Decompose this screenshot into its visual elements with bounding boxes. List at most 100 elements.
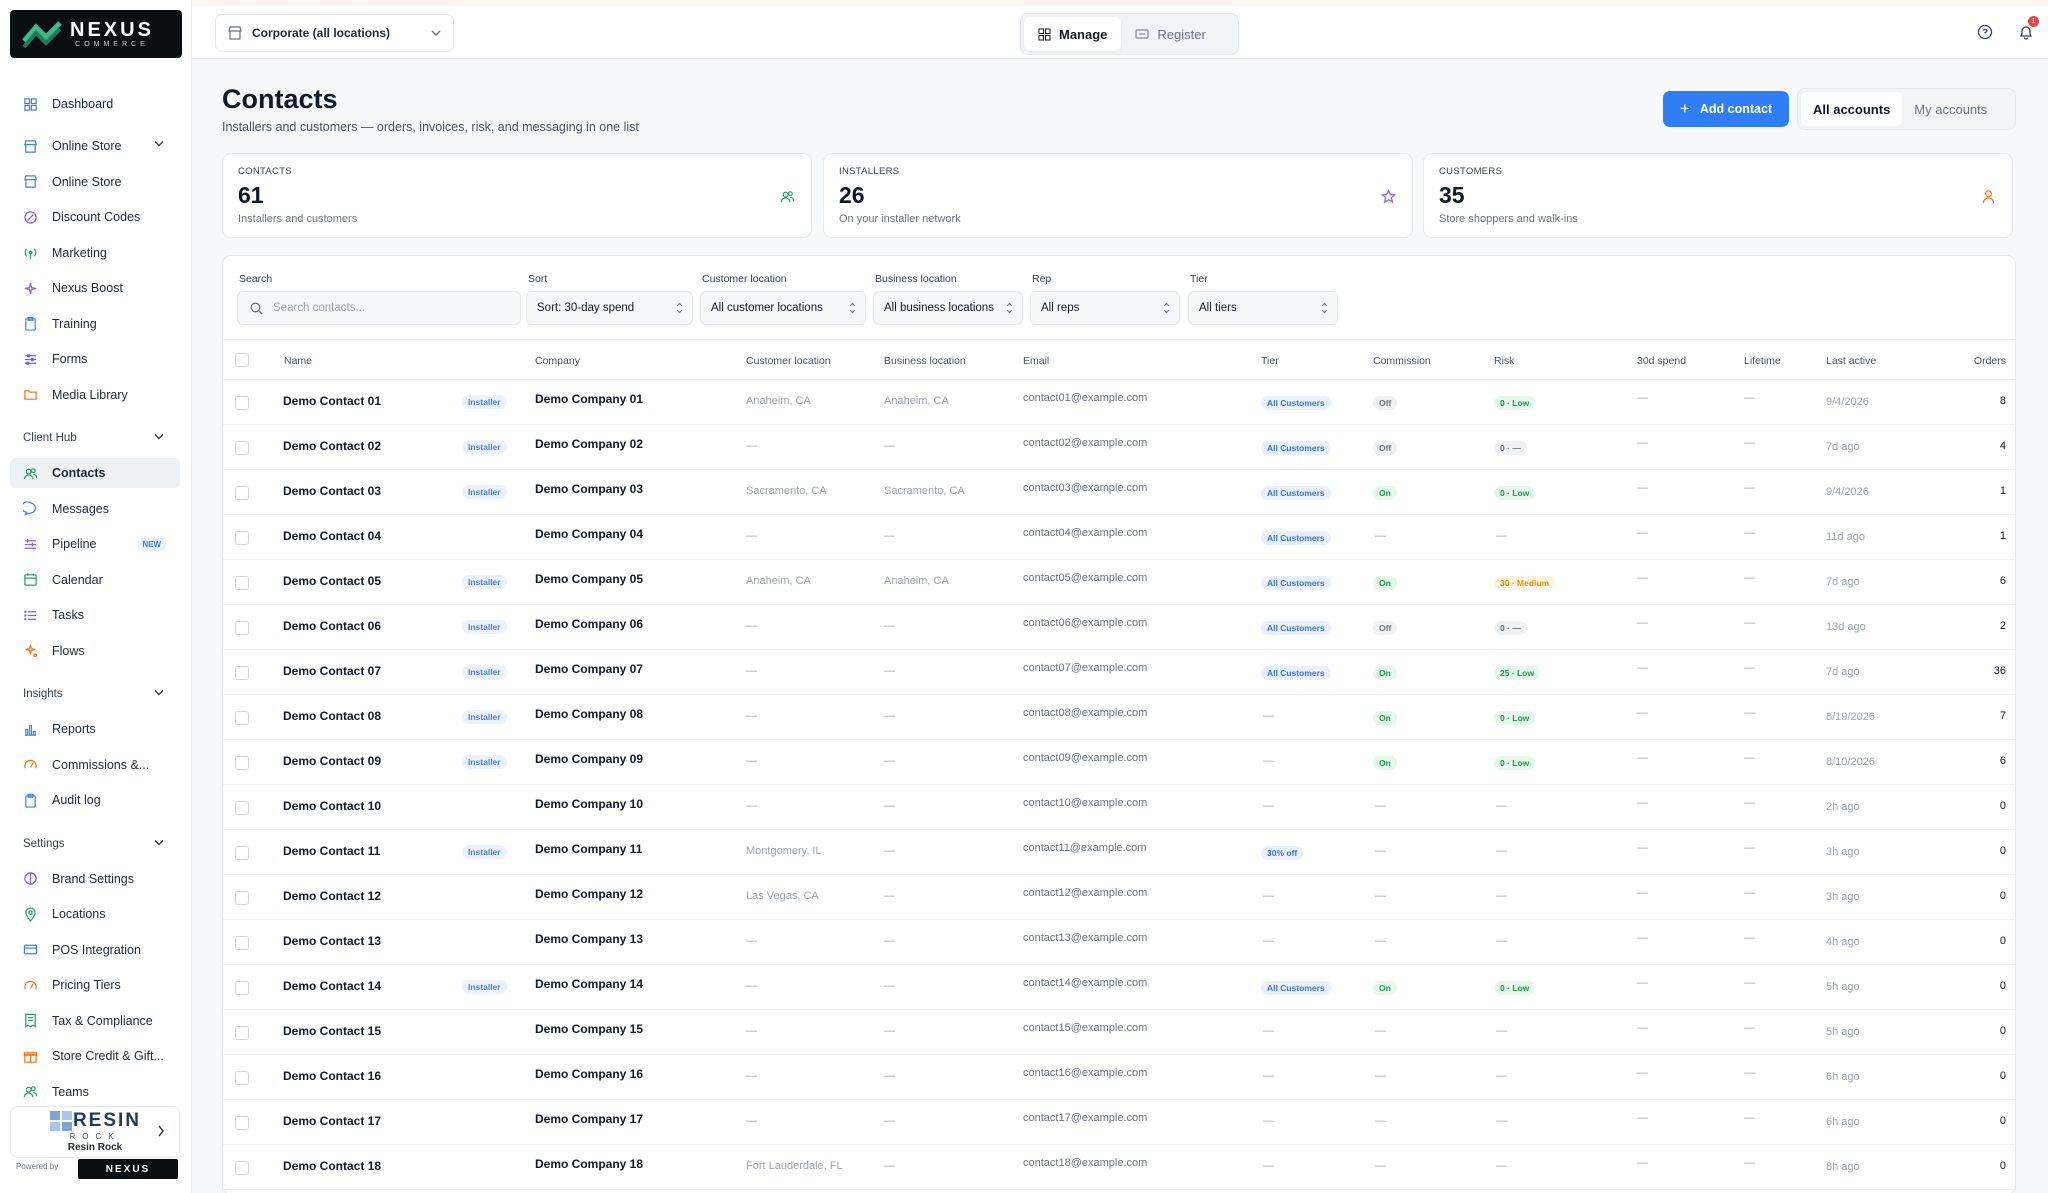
column-header-email[interactable]: Email bbox=[1023, 355, 1049, 367]
contact-name[interactable]: Demo Contact 18 bbox=[283, 1159, 381, 1173]
email[interactable]: contact07@example.com bbox=[1023, 662, 1147, 674]
nexus-logo[interactable]: NEXUS COMMERCE bbox=[10, 10, 182, 58]
row-checkbox[interactable] bbox=[235, 486, 249, 500]
add-contact-button[interactable]: + Add contact bbox=[1663, 91, 1789, 127]
table-row[interactable]: Demo Contact 07 Installer Demo Company 07 —… bbox=[223, 650, 2015, 695]
row-checkbox[interactable] bbox=[235, 1116, 249, 1130]
section-insights[interactable]: Insights bbox=[10, 679, 180, 709]
email[interactable]: contact02@example.com bbox=[1023, 437, 1147, 449]
table-row[interactable]: Demo Contact 11 Installer Demo Company 11 M… bbox=[223, 830, 2015, 875]
email[interactable]: contact11@example.com bbox=[1023, 842, 1146, 854]
sidebar-item-online-store[interactable]: Online Store bbox=[10, 131, 180, 161]
contact-name[interactable]: Demo Contact 16 bbox=[283, 1069, 381, 1083]
contact-name[interactable]: Demo Contact 14 bbox=[283, 979, 381, 993]
sidebar-item-calendar[interactable]: Calendar bbox=[10, 565, 180, 595]
help-chat-icon[interactable] bbox=[1977, 24, 1993, 40]
location-selector[interactable]: Corporate (all locations) bbox=[215, 14, 454, 52]
table-row[interactable]: Demo Contact 08 Installer Demo Company 08 —… bbox=[223, 695, 2015, 740]
row-checkbox[interactable] bbox=[235, 891, 249, 905]
contact-name[interactable]: Demo Contact 09 bbox=[283, 754, 381, 768]
table-row[interactable]: Demo Contact 16 Demo Company 16 — — contact1… bbox=[223, 1055, 2015, 1100]
email[interactable]: contact17@example.com bbox=[1023, 1112, 1147, 1124]
table-row[interactable]: Demo Contact 17 Demo Company 17 — — contact1… bbox=[223, 1100, 2015, 1145]
email[interactable]: contact12@example.com bbox=[1023, 887, 1147, 899]
sort-select[interactable]: Sort: 30-day spend bbox=[526, 291, 693, 325]
contact-name[interactable]: Demo Contact 02 bbox=[283, 439, 381, 453]
column-header-orders[interactable]: Orders bbox=[1974, 355, 2006, 367]
contact-name[interactable]: Demo Contact 04 bbox=[283, 529, 381, 543]
table-row[interactable]: Demo Contact 09 Installer Demo Company 09 —… bbox=[223, 740, 2015, 785]
tier-select[interactable]: All tiers bbox=[1188, 291, 1338, 325]
contact-name[interactable]: Demo Contact 17 bbox=[283, 1114, 381, 1128]
row-checkbox[interactable] bbox=[235, 396, 249, 410]
contact-name[interactable]: Demo Contact 01 bbox=[283, 394, 381, 408]
sidebar-item-training[interactable]: Training bbox=[10, 309, 180, 339]
sidebar-item-contacts[interactable]: Contacts bbox=[10, 458, 180, 488]
email[interactable]: contact06@example.com bbox=[1023, 617, 1147, 629]
sidebar-item-teams[interactable]: Teams bbox=[10, 1077, 180, 1107]
table-row[interactable]: Demo Contact 14 Installer Demo Company 14 —… bbox=[223, 965, 2015, 1010]
table-row[interactable]: Demo Contact 13 Demo Company 13 — — contact1… bbox=[223, 920, 2015, 965]
contact-name[interactable]: Demo Contact 07 bbox=[283, 664, 381, 678]
tab-all-accounts[interactable]: All accounts bbox=[1801, 92, 1903, 126]
row-checkbox[interactable] bbox=[235, 666, 249, 680]
sidebar-item-store-credit-gift[interactable]: Store Credit & Gift... bbox=[10, 1041, 180, 1071]
sidebar-item-media-library[interactable]: Media Library bbox=[10, 380, 180, 410]
email[interactable]: contact08@example.com bbox=[1023, 707, 1147, 719]
contact-name[interactable]: Demo Contact 11 bbox=[283, 844, 380, 858]
sidebar-item-dashboard[interactable]: Dashboard bbox=[10, 89, 180, 119]
table-row[interactable]: Demo Contact 03 Installer Demo Company 03 S… bbox=[223, 470, 2015, 515]
sidebar-item-brand-settings[interactable]: Brand Settings bbox=[10, 864, 180, 894]
sidebar-item-discount-codes[interactable]: Discount Codes bbox=[10, 202, 180, 232]
sidebar-item-messages[interactable]: Messages bbox=[10, 494, 180, 524]
column-header-risk[interactable]: Risk bbox=[1494, 355, 1514, 367]
row-checkbox[interactable] bbox=[235, 711, 249, 725]
sidebar-item-pos-integration[interactable]: POS Integration bbox=[10, 935, 180, 965]
email[interactable]: contact15@example.com bbox=[1023, 1022, 1147, 1034]
notifications-button[interactable]: 1 bbox=[2018, 16, 2039, 40]
table-row[interactable]: Demo Contact 12 Demo Company 12 Las Vegas,… bbox=[223, 875, 2015, 920]
table-row[interactable]: Demo Contact 15 Demo Company 15 — — contact1… bbox=[223, 1010, 2015, 1055]
sidebar-item-tasks[interactable]: Tasks bbox=[10, 600, 180, 630]
email[interactable]: contact10@example.com bbox=[1023, 797, 1147, 809]
column-header-tier[interactable]: Tier bbox=[1261, 355, 1279, 367]
register-tab[interactable]: Register bbox=[1121, 17, 1219, 51]
column-header-lifetime[interactable]: Lifetime bbox=[1744, 355, 1781, 367]
email[interactable]: contact05@example.com bbox=[1023, 572, 1147, 584]
row-checkbox[interactable] bbox=[235, 1161, 249, 1175]
row-checkbox[interactable] bbox=[235, 441, 249, 455]
email[interactable]: contact04@example.com bbox=[1023, 527, 1147, 539]
email[interactable]: contact16@example.com bbox=[1023, 1067, 1147, 1079]
store-switcher[interactable]: RESIN ROCK Resin Rock bbox=[10, 1106, 180, 1158]
sidebar-item-marketing[interactable]: Marketing bbox=[10, 238, 180, 268]
email[interactable]: contact01@example.com bbox=[1023, 392, 1147, 404]
sidebar-item-online-store[interactable]: Online Store bbox=[10, 167, 180, 197]
contact-name[interactable]: Demo Contact 12 bbox=[283, 889, 381, 903]
sidebar-item-forms[interactable]: Forms bbox=[10, 344, 180, 374]
contact-name[interactable]: Demo Contact 10 bbox=[283, 799, 381, 813]
table-row[interactable]: Demo Contact 01 Installer Demo Company 01 A… bbox=[223, 380, 2015, 425]
select-all-checkbox[interactable] bbox=[235, 353, 249, 367]
row-checkbox[interactable] bbox=[235, 576, 249, 590]
row-checkbox[interactable] bbox=[235, 801, 249, 815]
section-client-hub[interactable]: Client Hub bbox=[10, 423, 180, 453]
contact-name[interactable]: Demo Contact 06 bbox=[283, 619, 381, 633]
table-row[interactable]: Demo Contact 05 Installer Demo Company 05 A… bbox=[223, 560, 2015, 605]
row-checkbox[interactable] bbox=[235, 846, 249, 860]
table-row[interactable]: Demo Contact 10 Demo Company 10 — — contact1… bbox=[223, 785, 2015, 830]
sidebar-item-commissions[interactable]: Commissions &... bbox=[10, 750, 180, 780]
table-row[interactable]: Demo Contact 02 Installer Demo Company 02 —… bbox=[223, 425, 2015, 470]
column-header-name[interactable]: Name bbox=[284, 355, 312, 367]
email[interactable]: contact13@example.com bbox=[1023, 932, 1147, 944]
sidebar-item-tax-compliance[interactable]: Tax & Compliance bbox=[10, 1006, 180, 1036]
row-checkbox[interactable] bbox=[235, 531, 249, 545]
contact-name[interactable]: Demo Contact 08 bbox=[283, 709, 381, 723]
sidebar-item-locations[interactable]: Locations bbox=[10, 899, 180, 929]
section-settings[interactable]: Settings bbox=[10, 829, 180, 859]
sidebar-item-flows[interactable]: Flows bbox=[10, 636, 180, 666]
sidebar-item-pricing-tiers[interactable]: Pricing Tiers bbox=[10, 970, 180, 1000]
sidebar-item-reports[interactable]: Reports bbox=[10, 714, 180, 744]
contact-name[interactable]: Demo Contact 13 bbox=[283, 934, 381, 948]
table-row[interactable]: Demo Contact 04 Demo Company 04 — — contact0… bbox=[223, 515, 2015, 560]
column-header-30d-spend[interactable]: 30d spend bbox=[1637, 355, 1686, 367]
